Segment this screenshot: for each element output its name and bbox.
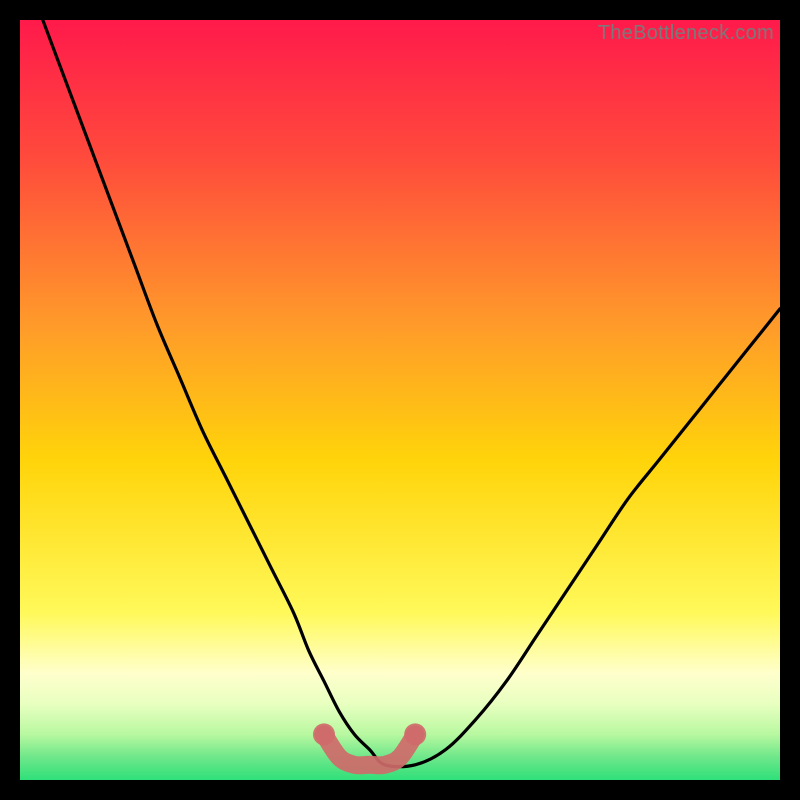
watermark-text: TheBottleneck.com bbox=[598, 22, 774, 45]
marker-endpoint bbox=[313, 723, 335, 745]
bottleneck-plot bbox=[20, 20, 780, 780]
gradient-background bbox=[20, 20, 780, 780]
chart-frame: TheBottleneck.com bbox=[20, 20, 780, 780]
marker-endpoint bbox=[404, 723, 426, 745]
